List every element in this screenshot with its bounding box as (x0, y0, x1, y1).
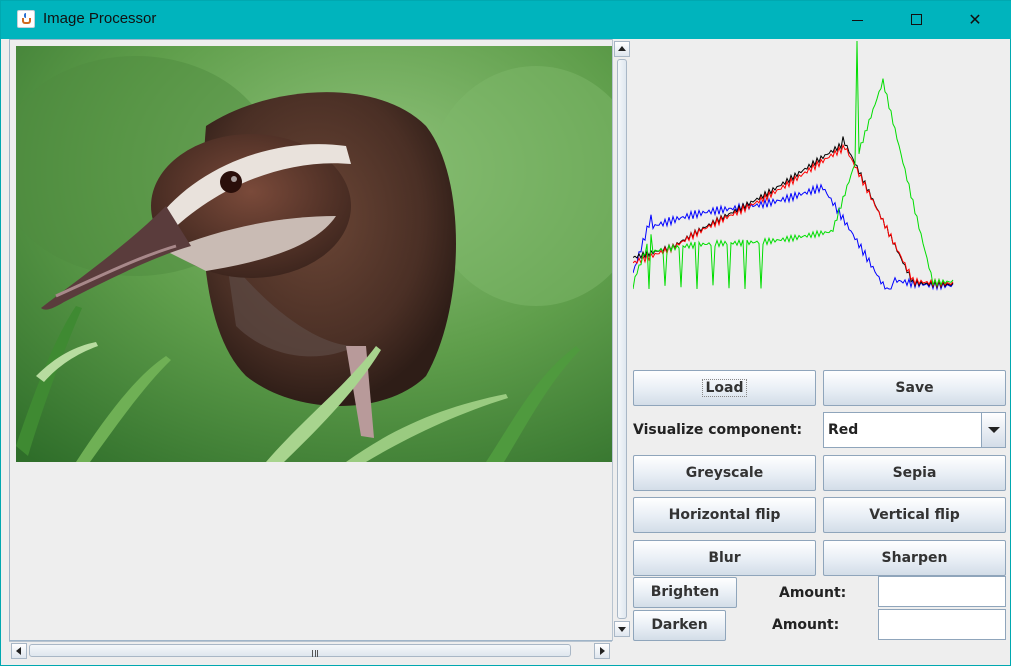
window-title: Image Processor (43, 10, 157, 27)
darken-button[interactable]: Darken (633, 610, 726, 641)
chevron-down-icon[interactable] (981, 413, 1005, 447)
scroll-left-icon[interactable] (11, 643, 27, 659)
histogram-blue-line (633, 183, 954, 291)
vertical-flip-button[interactable]: Vertical flip (823, 497, 1006, 533)
horizontal-scrollbar[interactable] (9, 641, 612, 660)
close-icon: ✕ (968, 10, 982, 29)
image-viewport[interactable] (9, 39, 613, 641)
bird-photo (16, 46, 612, 462)
vertical-scrollbar[interactable] (612, 39, 631, 641)
greyscale-button[interactable]: Greyscale (633, 455, 816, 491)
darken-amount-field[interactable] (878, 609, 1006, 640)
java-cup-icon (17, 10, 35, 28)
brighten-amount-field[interactable] (878, 576, 1006, 607)
horizontal-flip-button[interactable]: Horizontal flip (633, 497, 816, 533)
component-select[interactable]: Red (823, 412, 1006, 448)
visualize-component-label: Visualize component: (633, 422, 803, 438)
brighten-button[interactable]: Brighten (633, 577, 737, 608)
darken-amount-label: Amount: (772, 617, 840, 633)
maximize-button[interactable] (888, 1, 946, 39)
histogram-chart (633, 41, 1005, 361)
scroll-corner (612, 641, 631, 660)
close-button[interactable]: ✕ (946, 1, 1004, 39)
histogram-green-line (633, 41, 954, 290)
brighten-amount-label: Amount: (779, 585, 847, 601)
scroll-up-icon[interactable] (614, 41, 630, 57)
load-button[interactable]: Load (633, 370, 816, 406)
maximize-icon (911, 14, 922, 25)
app-window: Image Processor ✕ Load Save Visualize co… (0, 0, 1011, 666)
title-bar[interactable]: Image Processor ✕ (1, 1, 1011, 39)
sharpen-button[interactable]: Sharpen (823, 540, 1006, 576)
vertical-scroll-thumb[interactable] (617, 59, 627, 619)
scroll-down-icon[interactable] (614, 621, 630, 637)
scroll-grip-icon (312, 650, 318, 657)
minimize-icon (852, 20, 863, 21)
minimize-button[interactable] (830, 1, 888, 39)
save-button[interactable]: Save (823, 370, 1006, 406)
load-button-label: Load (702, 379, 747, 397)
blur-button[interactable]: Blur (633, 540, 816, 576)
scroll-right-icon[interactable] (594, 643, 610, 659)
component-select-value: Red (828, 422, 859, 438)
sepia-button[interactable]: Sepia (823, 455, 1006, 491)
horizontal-scroll-thumb[interactable] (29, 644, 571, 657)
